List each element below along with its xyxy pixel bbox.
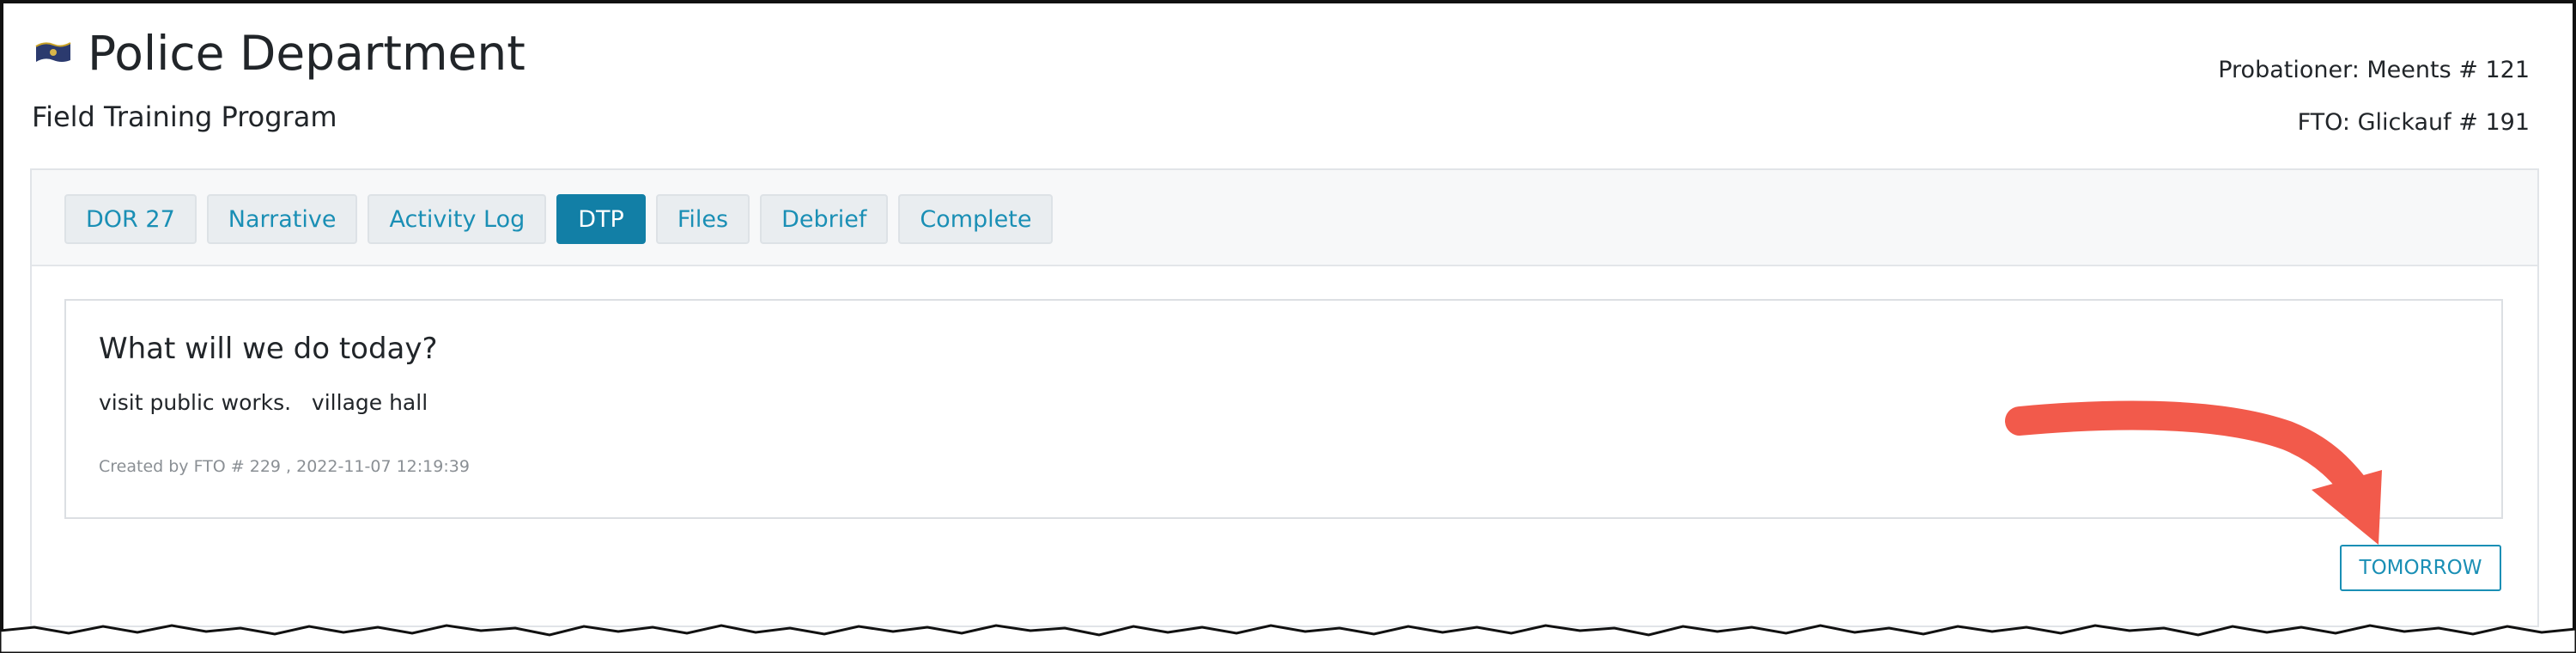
tab-files[interactable]: Files — [655, 194, 750, 244]
plan-question: What will we do today? — [99, 332, 438, 366]
tab-dtp[interactable]: DTP — [556, 194, 646, 244]
annotation-arrow-icon — [2005, 400, 2382, 545]
tab-dor-27[interactable]: DOR 27 — [64, 194, 197, 244]
page-frame: Police Department Field Training Program… — [0, 0, 2576, 650]
plan-created-info: Created by FTO # 229 , 2022-11-07 12:19:… — [99, 457, 470, 476]
tab-activity-log[interactable]: Activity Log — [368, 194, 547, 244]
app-header: Police Department — [34, 26, 526, 81]
tab-narrative[interactable]: Narrative — [206, 194, 358, 244]
tab-debrief[interactable]: Debrief — [760, 194, 889, 244]
tab-bar: DOR 27 Narrative Activity Log DTP Files … — [64, 194, 1054, 244]
probationer-info: Probationer: Meents # 121 — [2218, 57, 2530, 83]
fto-info: FTO: Glickauf # 191 — [2297, 109, 2530, 136]
flag-icon — [35, 42, 71, 62]
page-title: Police Department — [88, 26, 526, 81]
tab-complete[interactable]: Complete — [898, 194, 1054, 244]
card-header: DOR 27 Narrative Activity Log DTP Files … — [32, 170, 2537, 266]
page-subtitle: Field Training Program — [32, 101, 337, 133]
torn-edge — [0, 624, 2576, 653]
plan-text: visit public works. village hall — [99, 390, 428, 415]
